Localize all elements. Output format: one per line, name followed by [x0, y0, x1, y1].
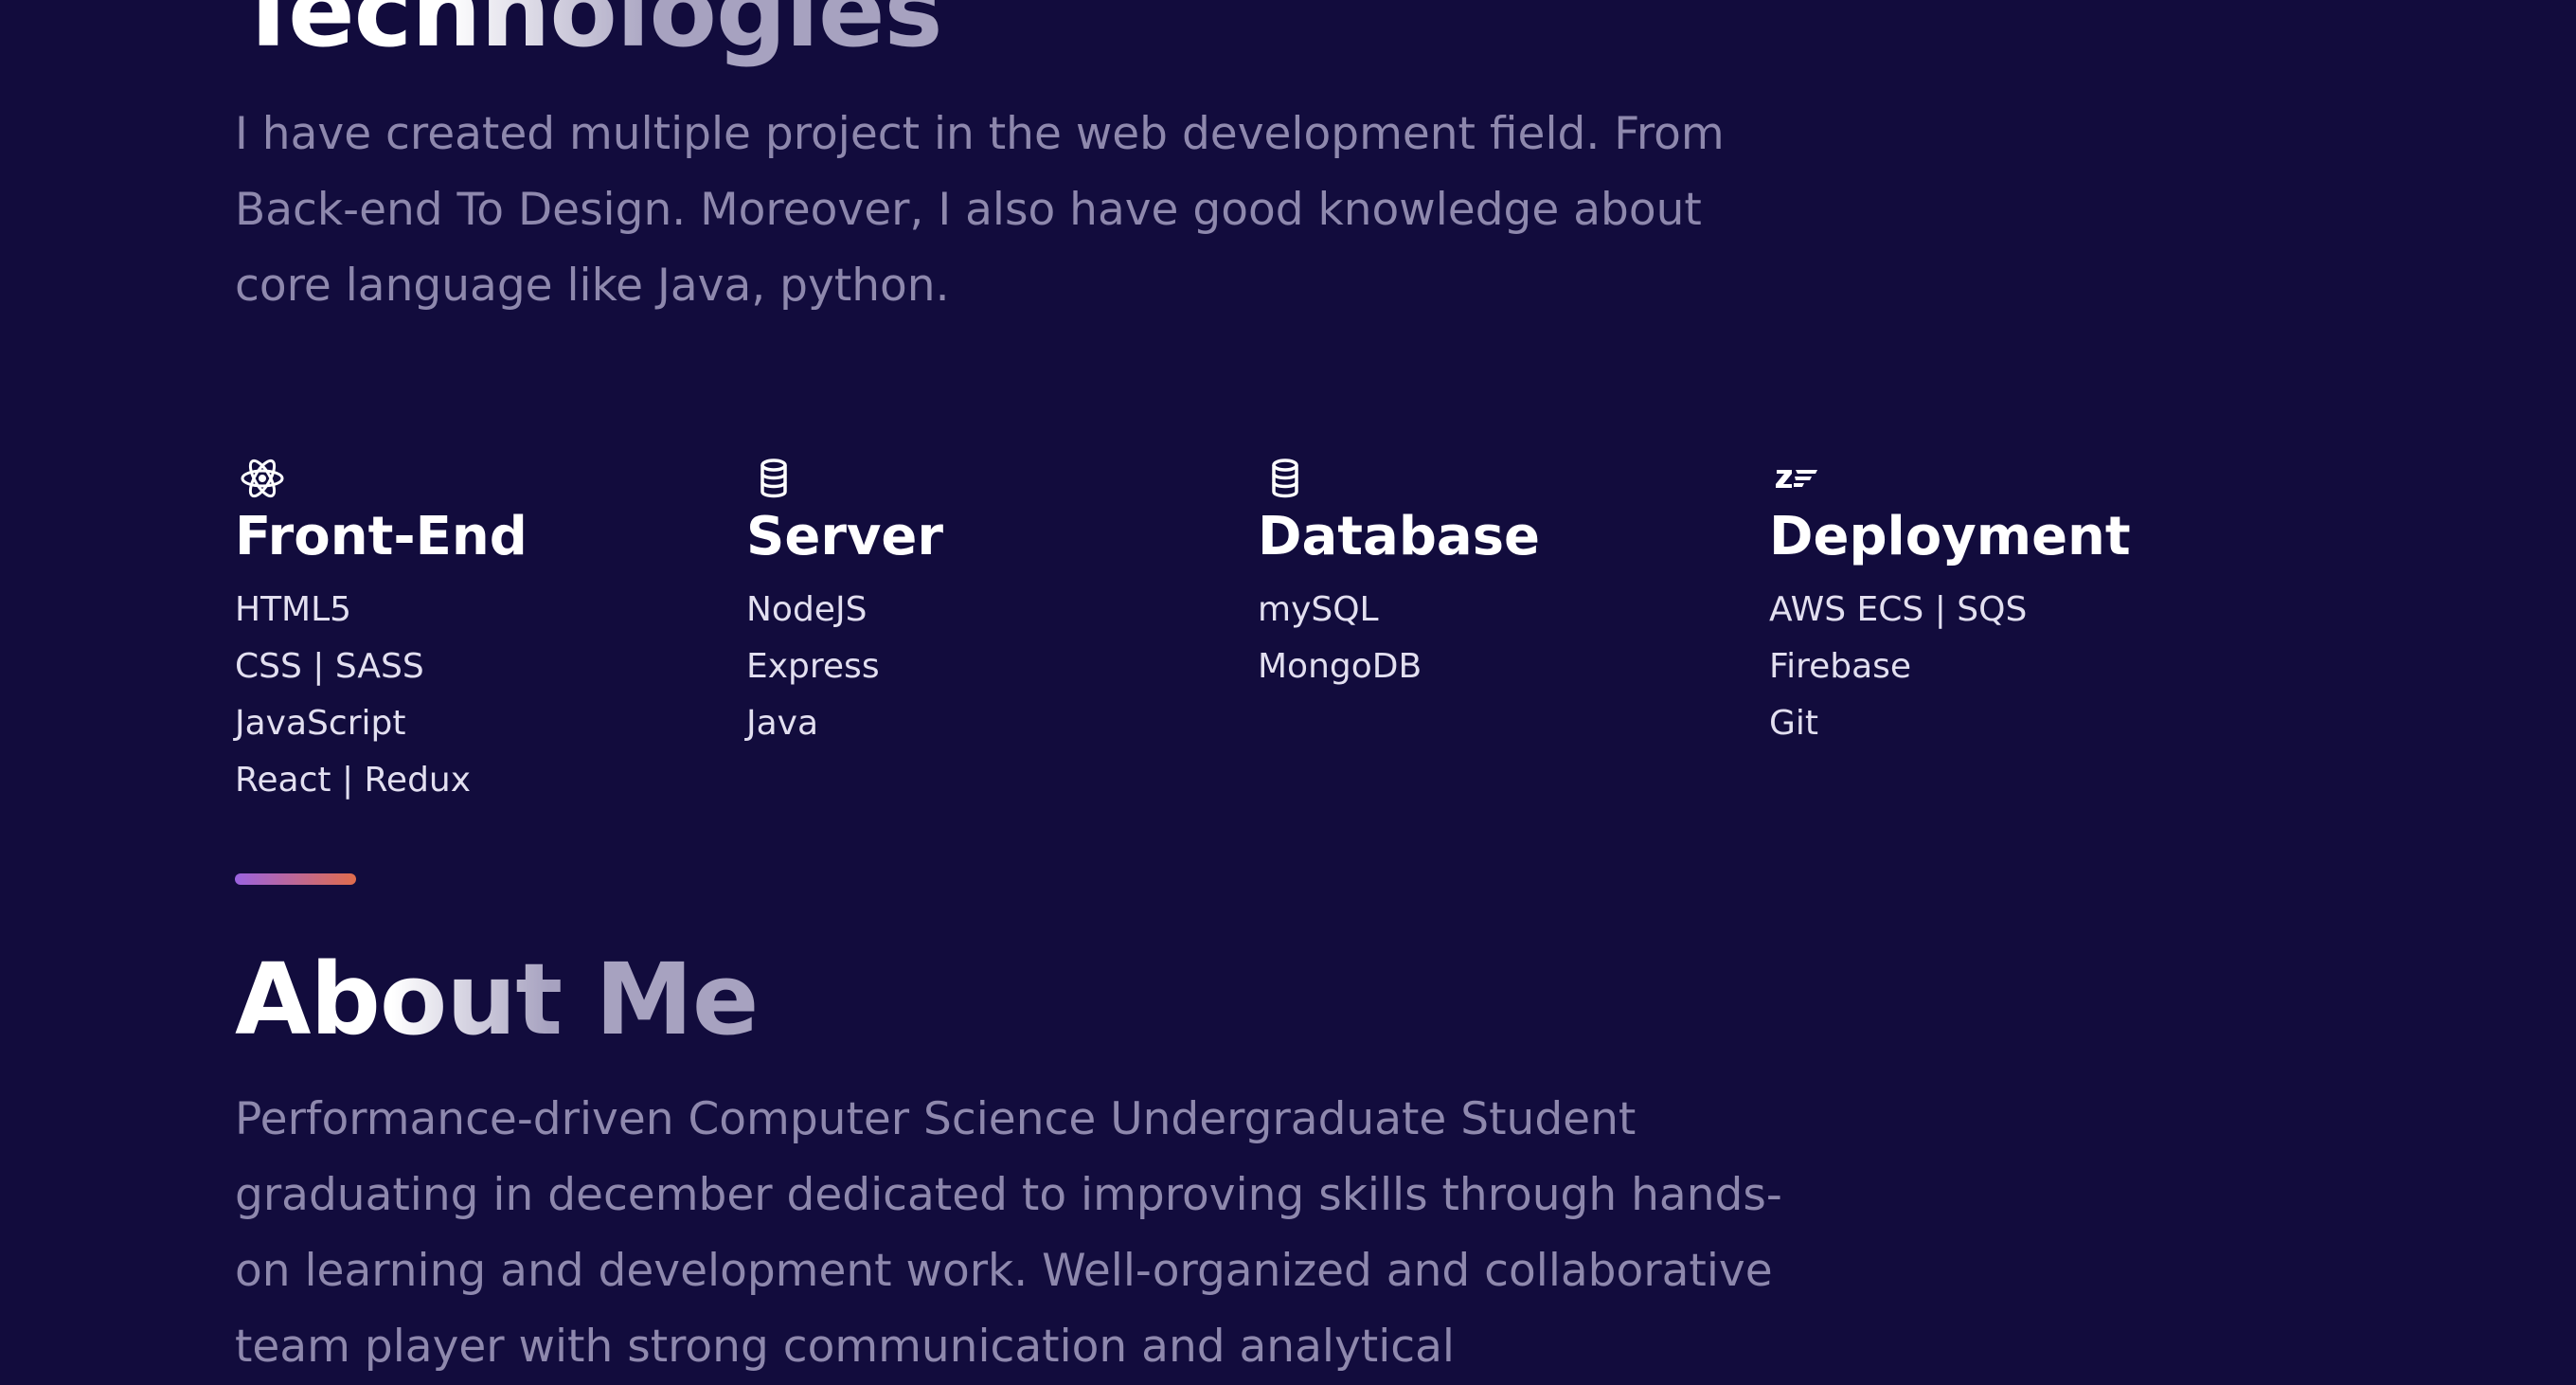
tech-column-deployment: Deployment AWS ECS | SQS Firebase Git: [1769, 455, 2262, 752]
about-description: Performance-driven Computer Science Unde…: [235, 1093, 1782, 1373]
tech-item: React | Redux: [235, 761, 472, 800]
database-icon: [760, 459, 787, 498]
tech-column-server: Server NodeJS Express Java: [746, 455, 1239, 752]
tech-category-title: Deployment: [1769, 506, 2131, 567]
react-atom-icon: [241, 459, 284, 498]
tech-category-list: NodeJS Express Java: [746, 582, 1239, 752]
tech-item: mySQL: [1258, 590, 1379, 629]
tech-item: CSS | SASS: [235, 647, 424, 686]
database-icon: [1272, 459, 1298, 498]
tech-item: Git: [1769, 704, 1819, 743]
about-title: About Me: [235, 942, 759, 1057]
tech-category-list: mySQL MongoDB: [1258, 582, 1750, 695]
tech-category-title: Front-End: [235, 506, 528, 567]
technologies-description: I have created multiple project in the w…: [235, 108, 1725, 312]
tech-item: JavaScript: [235, 704, 406, 743]
tech-item: AWS ECS | SQS: [1769, 590, 2028, 629]
tech-item: NodeJS: [746, 590, 868, 629]
tech-item: MongoDB: [1258, 647, 1422, 686]
tech-category-title: Database: [1258, 506, 1541, 567]
tech-item: Express: [746, 647, 880, 686]
tech-item: Java: [746, 704, 819, 743]
tech-column-front-end: Front-End HTML5 CSS | SASS JavaScript Re…: [235, 455, 727, 809]
tech-category-title: Server: [746, 506, 944, 567]
portfolio-page: Technologies I have created multiple pro…: [235, 0, 2413, 1383]
tech-category-list: AWS ECS | SQS Firebase Git: [1769, 582, 2262, 752]
section-divider: [235, 873, 356, 885]
tech-item: HTML5: [235, 590, 352, 629]
technologies-title: Technologies: [235, 0, 942, 68]
tech-column-database: Database mySQL MongoDB: [1258, 455, 1750, 695]
technologies-grid: Front-End HTML5 CSS | SASS JavaScript Re…: [235, 455, 2318, 834]
zend-framework-icon: [1776, 470, 1817, 488]
tech-category-list: HTML5 CSS | SASS JavaScript React | Redu…: [235, 582, 727, 809]
tech-item: Firebase: [1769, 647, 1912, 686]
